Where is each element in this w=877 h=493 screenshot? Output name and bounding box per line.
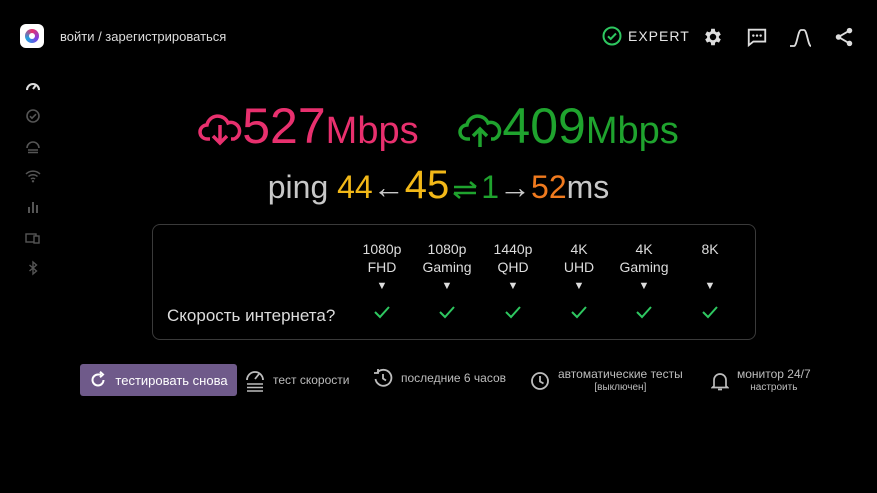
curve-icon[interactable] — [789, 26, 812, 48]
column-line2: Gaming — [422, 259, 472, 275]
ping-unit: ms — [566, 169, 610, 205]
check-circle-icon — [602, 26, 622, 46]
refresh-icon — [91, 371, 105, 387]
down-arrow-icon: ▼ — [441, 280, 453, 292]
download-value: 527 — [242, 98, 326, 154]
column-line2: Gaming — [619, 259, 669, 275]
share-icon[interactable] — [833, 26, 855, 48]
speedometer-icon[interactable] — [25, 78, 41, 94]
check-icon — [409, 305, 485, 324]
ping-results: ping 44←45 1→52ms — [0, 161, 877, 211]
quality-question: Скорость интернета? — [167, 306, 336, 325]
auto-tests-button[interactable]: автоматические тесты [выключен] — [530, 368, 683, 394]
quality-column-8k: 8K — [672, 240, 748, 258]
column-line1: 4K — [635, 241, 653, 257]
upload-cloud-icon — [458, 114, 502, 147]
check-icon — [672, 305, 748, 324]
upload-value: 409 — [502, 98, 586, 154]
quality-column-uhd-gaming: 4K Gaming — [606, 240, 682, 276]
speedtest-icon — [246, 371, 264, 392]
column-line1: 1440p — [493, 241, 533, 257]
history-label: последние 6 часов — [401, 371, 507, 385]
download-unit: Mbps — [325, 110, 419, 152]
quality-column-qhd: 1440p QHD — [475, 240, 551, 276]
monitor-label: монитор 24/7 — [737, 367, 811, 381]
down-arrow-icon: ▼ — [704, 280, 716, 292]
quality-column-fhd-gaming: 1080p Gaming — [409, 240, 485, 276]
bluetooth-icon[interactable] — [25, 260, 41, 276]
ping-main: 45 — [404, 163, 450, 207]
speedtest-label: тест скорости — [273, 373, 350, 387]
ping-left-arrow: ← — [372, 169, 405, 205]
column-line1: 1080p — [427, 241, 467, 257]
column-line2: 8K — [701, 241, 719, 257]
auto-tests-label: автоматические тесты — [558, 367, 683, 381]
login-register-link[interactable]: войти / зарегистрироваться — [60, 29, 226, 44]
down-arrow-icon: ▼ — [507, 280, 519, 292]
history-icon — [374, 368, 393, 387]
ping-high: 52 — [531, 169, 567, 205]
retest-button[interactable]: тестировать снова — [80, 364, 237, 396]
column-line2: QHD — [497, 259, 529, 275]
speed-results: 527Mbps 409Mbps — [0, 96, 877, 161]
speedtest-button[interactable]: тест скорости — [245, 368, 349, 392]
app-logo[interactable] — [20, 24, 44, 48]
monitor-sub: настроить — [750, 382, 798, 393]
devices-icon[interactable] — [25, 230, 41, 246]
expert-mode-toggle[interactable]: EXPERT — [602, 26, 690, 46]
ping-jitter: 1 — [481, 169, 500, 205]
down-arrow-icon: ▼ — [638, 280, 650, 292]
auto-tests-status: [выключен] — [594, 382, 647, 393]
retest-label: тестировать снова — [115, 372, 228, 388]
ping-low: 44 — [337, 169, 373, 205]
clock-icon — [531, 372, 549, 390]
comment-icon[interactable] — [746, 26, 768, 48]
bell-icon — [711, 373, 729, 391]
history-button[interactable]: последние 6 часов — [373, 368, 506, 388]
check-icon — [475, 305, 551, 324]
check-icon — [606, 305, 682, 324]
expert-label: EXPERT — [628, 28, 690, 44]
settings-icon[interactable] — [702, 26, 724, 48]
monitor-button[interactable]: монитор 24/7 настроить — [711, 368, 811, 394]
upload-unit: Mbps — [585, 110, 679, 152]
jitter-icon — [453, 181, 478, 199]
ping-right-arrow: → — [499, 169, 532, 205]
ping-label: ping — [267, 169, 329, 205]
download-cloud-icon — [198, 114, 242, 146]
